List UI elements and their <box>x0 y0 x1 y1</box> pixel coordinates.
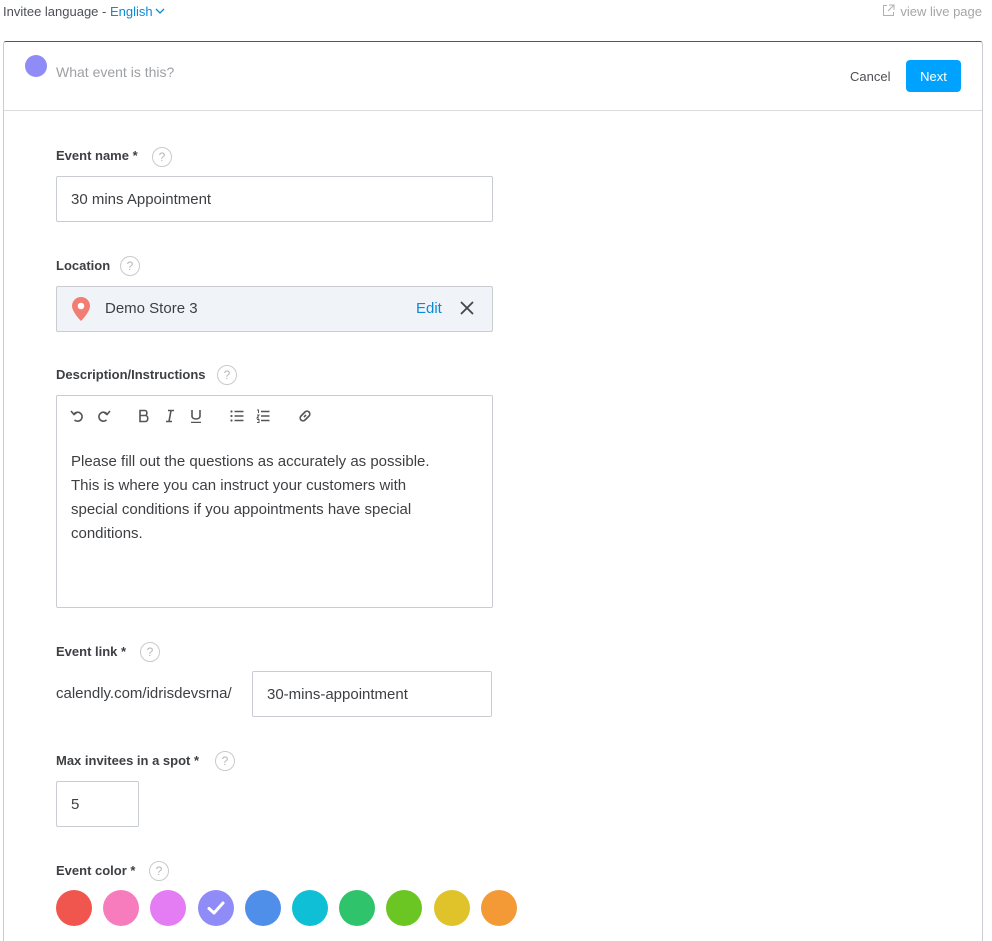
top-bar: Invitee language - English view live pag… <box>0 0 992 26</box>
color-swatch[interactable] <box>103 890 140 926</box>
location-label: Location <box>56 258 111 273</box>
event-color-help-icon[interactable]: ? <box>149 861 169 881</box>
max-invitees-help-icon[interactable]: ? <box>215 751 235 771</box>
color-swatch[interactable] <box>433 890 470 926</box>
max-invitees-input[interactable]: 5 <box>56 781 139 827</box>
checkmark-icon <box>207 901 225 915</box>
invitee-language-label: Invitee language - <box>3 4 110 19</box>
italic-icon[interactable] <box>162 408 178 424</box>
event-color-dot <box>25 55 47 77</box>
event-color-label: Event color * <box>56 863 136 878</box>
max-invitees-label: Max invitees in a spot * <box>56 753 200 768</box>
cancel-button[interactable]: Cancel <box>850 69 890 84</box>
undo-icon[interactable] <box>69 408 85 424</box>
event-form-card: What event is this? Cancel Next Event na… <box>3 41 983 941</box>
color-swatch[interactable] <box>339 890 376 926</box>
chevron-down-icon <box>155 8 165 14</box>
event-name-help-icon[interactable]: ? <box>152 147 172 167</box>
redo-icon[interactable] <box>96 408 112 424</box>
link-icon[interactable] <box>297 408 313 424</box>
event-link-value: 30-mins-appointment <box>267 685 408 703</box>
close-icon[interactable] <box>459 300 475 316</box>
invitee-language: Invitee language - English <box>3 4 165 19</box>
language-dropdown[interactable]: English <box>110 4 165 19</box>
max-invitees-value: 5 <box>71 795 80 813</box>
color-swatch[interactable] <box>244 890 281 926</box>
color-swatch[interactable] <box>292 890 328 926</box>
description-help-icon[interactable]: ? <box>217 365 237 385</box>
location-help-icon[interactable]: ? <box>120 256 140 276</box>
card-header: What event is this? Cancel Next <box>4 42 982 111</box>
event-name-value: 30 mins Appointment <box>71 190 212 208</box>
event-name-input[interactable]: 30 mins Appointment <box>56 176 493 222</box>
language-value: English <box>109 4 153 19</box>
color-swatch[interactable] <box>197 890 234 926</box>
view-live-page-label: view live page <box>900 4 982 19</box>
numbered-list-icon[interactable] <box>255 408 271 424</box>
next-button[interactable]: Next <box>906 60 961 92</box>
color-swatch[interactable] <box>56 890 92 926</box>
event-link-label: Event link * <box>56 644 127 659</box>
bold-icon[interactable] <box>136 408 152 424</box>
event-title-placeholder: What event is this? <box>56 64 175 80</box>
color-swatch[interactable] <box>150 890 187 926</box>
underline-icon[interactable] <box>188 408 204 424</box>
location-pin-icon <box>72 297 90 321</box>
location-value: Demo Store 3 <box>105 300 198 317</box>
event-link-input[interactable]: 30-mins-appointment <box>252 671 492 717</box>
event-name-label: Event name * <box>56 148 138 163</box>
bullet-list-icon[interactable] <box>229 408 245 424</box>
color-swatch[interactable] <box>480 890 517 926</box>
description-editor[interactable]: Please fill out the questions as accurat… <box>56 395 493 608</box>
color-swatch[interactable] <box>386 890 423 926</box>
description-label: Description/Instructions <box>56 367 206 382</box>
description-text: Please fill out the questions as accurat… <box>71 453 430 542</box>
event-link-help-icon[interactable]: ? <box>140 642 160 662</box>
view-live-page-link[interactable]: view live page <box>882 4 982 19</box>
external-link-icon <box>883 4 895 16</box>
location-field[interactable]: Demo Store 3 Edit <box>56 286 493 332</box>
event-link-prefix: calendly.com/idrisdevsrna/ <box>56 685 232 702</box>
location-edit-link[interactable]: Edit <box>416 300 442 317</box>
